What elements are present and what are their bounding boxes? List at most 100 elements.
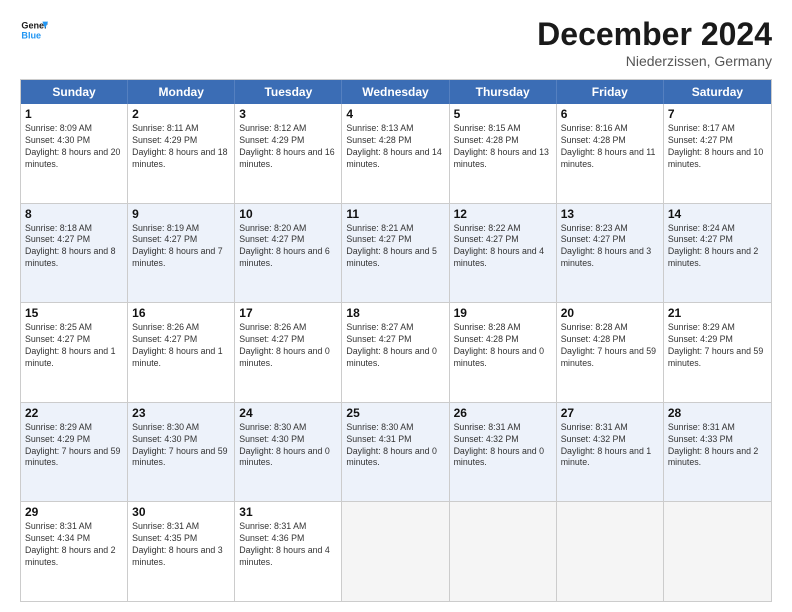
cell-info: Sunrise: 8:22 AMSunset: 4:27 PMDaylight:… [454,223,552,271]
cal-cell-4-5: 26 Sunrise: 8:31 AMSunset: 4:32 PMDayligh… [450,403,557,502]
day-number: 4 [346,107,444,121]
cell-info: Sunrise: 8:19 AMSunset: 4:27 PMDaylight:… [132,223,230,271]
day-number: 2 [132,107,230,121]
cal-cell-2-4: 11 Sunrise: 8:21 AMSunset: 4:27 PMDayligh… [342,204,449,303]
cal-cell-2-1: 8 Sunrise: 8:18 AMSunset: 4:27 PMDaylight… [21,204,128,303]
cell-info: Sunrise: 8:17 AMSunset: 4:27 PMDaylight:… [668,123,767,171]
day-number: 26 [454,406,552,420]
cell-info: Sunrise: 8:23 AMSunset: 4:27 PMDaylight:… [561,223,659,271]
cell-info: Sunrise: 8:31 AMSunset: 4:32 PMDaylight:… [561,422,659,470]
day-number: 3 [239,107,337,121]
calendar-body: 1 Sunrise: 8:09 AMSunset: 4:30 PMDaylight… [21,104,771,601]
header: General Blue December 2024 Niederzissen,… [20,16,772,69]
header-day-friday: Friday [557,80,664,104]
cal-cell-3-1: 15Sunrise: 8:25 AMSunset: 4:27 PMDayligh… [21,303,128,402]
cell-info: Sunrise: 8:27 AMSunset: 4:27 PMDaylight:… [346,322,444,370]
cell-info: Sunrise: 8:28 AMSunset: 4:28 PMDaylight:… [561,322,659,370]
cell-info: Sunrise: 8:25 AMSunset: 4:27 PMDaylight:… [25,322,123,370]
cell-info: Sunrise: 8:31 AMSunset: 4:35 PMDaylight:… [132,521,230,569]
day-number: 7 [668,107,767,121]
day-number: 16 [132,306,230,320]
cal-cell-3-5: 19 Sunrise: 8:28 AMSunset: 4:28 PMDayligh… [450,303,557,402]
cell-info: Sunrise: 8:13 AMSunset: 4:28 PMDaylight:… [346,123,444,171]
day-number: 20 [561,306,659,320]
cal-cell-4-6: 27 Sunrise: 8:31 AMSunset: 4:32 PMDayligh… [557,403,664,502]
day-number: 8 [25,207,123,221]
header-day-monday: Monday [128,80,235,104]
cal-cell-3-7: 21 Sunrise: 8:29 AMSunset: 4:29 PMDayligh… [664,303,771,402]
cell-info: Sunrise: 8:21 AMSunset: 4:27 PMDaylight:… [346,223,444,271]
calendar-row-2: 8 Sunrise: 8:18 AMSunset: 4:27 PMDaylight… [21,203,771,303]
day-number: 30 [132,505,230,519]
cal-cell-3-2: 16 Sunrise: 8:26 AMSunset: 4:27 PMDayligh… [128,303,235,402]
cell-info: Sunrise: 8:26 AMSunset: 4:27 PMDaylight:… [132,322,230,370]
cal-cell-2-2: 9 Sunrise: 8:19 AMSunset: 4:27 PMDaylight… [128,204,235,303]
cell-info: Sunrise: 8:29 AMSunset: 4:29 PMDaylight:… [25,422,123,470]
cell-info: Sunrise: 8:31 AMSunset: 4:33 PMDaylight:… [668,422,767,470]
logo: General Blue [20,16,48,44]
cell-info: Sunrise: 8:28 AMSunset: 4:28 PMDaylight:… [454,322,552,370]
cal-cell-2-6: 13 Sunrise: 8:23 AMSunset: 4:27 PMDayligh… [557,204,664,303]
day-number: 12 [454,207,552,221]
cell-info: Sunrise: 8:15 AMSunset: 4:28 PMDaylight:… [454,123,552,171]
cell-info: Sunrise: 8:31 AMSunset: 4:34 PMDaylight:… [25,521,123,569]
day-number: 24 [239,406,337,420]
cal-cell-1-7: 7 Sunrise: 8:17 AMSunset: 4:27 PMDaylight… [664,104,771,203]
cell-info: Sunrise: 8:30 AMSunset: 4:30 PMDaylight:… [132,422,230,470]
day-number: 1 [25,107,123,121]
cal-cell-1-4: 4 Sunrise: 8:13 AMSunset: 4:28 PMDaylight… [342,104,449,203]
cell-info: Sunrise: 8:24 AMSunset: 4:27 PMDaylight:… [668,223,767,271]
cal-cell-4-7: 28Sunrise: 8:31 AMSunset: 4:33 PMDayligh… [664,403,771,502]
day-number: 19 [454,306,552,320]
cal-cell-5-6 [557,502,664,601]
cal-cell-4-2: 23Sunrise: 8:30 AMSunset: 4:30 PMDayligh… [128,403,235,502]
day-number: 11 [346,207,444,221]
cal-cell-5-7 [664,502,771,601]
cal-cell-3-3: 17Sunrise: 8:26 AMSunset: 4:27 PMDayligh… [235,303,342,402]
cell-info: Sunrise: 8:09 AMSunset: 4:30 PMDaylight:… [25,123,123,171]
cell-info: Sunrise: 8:12 AMSunset: 4:29 PMDaylight:… [239,123,337,171]
cell-info: Sunrise: 8:29 AMSunset: 4:29 PMDaylight:… [668,322,767,370]
day-number: 17 [239,306,337,320]
month-title: December 2024 [537,16,772,53]
cal-cell-4-1: 22 Sunrise: 8:29 AMSunset: 4:29 PMDayligh… [21,403,128,502]
cell-info: Sunrise: 8:11 AMSunset: 4:29 PMDaylight:… [132,123,230,171]
cal-cell-2-3: 10Sunrise: 8:20 AMSunset: 4:27 PMDayligh… [235,204,342,303]
cal-cell-4-3: 24Sunrise: 8:30 AMSunset: 4:30 PMDayligh… [235,403,342,502]
day-number: 22 [25,406,123,420]
day-number: 13 [561,207,659,221]
cal-cell-1-3: 3 Sunrise: 8:12 AMSunset: 4:29 PMDaylight… [235,104,342,203]
day-number: 18 [346,306,444,320]
header-day-saturday: Saturday [664,80,771,104]
cal-cell-3-6: 20 Sunrise: 8:28 AMSunset: 4:28 PMDayligh… [557,303,664,402]
cal-cell-5-4 [342,502,449,601]
header-day-sunday: Sunday [21,80,128,104]
day-number: 21 [668,306,767,320]
cal-cell-1-6: 6 Sunrise: 8:16 AMSunset: 4:28 PMDaylight… [557,104,664,203]
cell-info: Sunrise: 8:16 AMSunset: 4:28 PMDaylight:… [561,123,659,171]
logo-icon: General Blue [20,16,48,44]
cal-cell-2-7: 14Sunrise: 8:24 AMSunset: 4:27 PMDayligh… [664,204,771,303]
cell-info: Sunrise: 8:18 AMSunset: 4:27 PMDaylight:… [25,223,123,271]
day-number: 29 [25,505,123,519]
cal-cell-5-5 [450,502,557,601]
cell-info: Sunrise: 8:31 AMSunset: 4:32 PMDaylight:… [454,422,552,470]
cal-cell-1-2: 2 Sunrise: 8:11 AMSunset: 4:29 PMDaylight… [128,104,235,203]
day-number: 10 [239,207,337,221]
cal-cell-2-5: 12 Sunrise: 8:22 AMSunset: 4:27 PMDayligh… [450,204,557,303]
cal-cell-5-1: 29 Sunrise: 8:31 AMSunset: 4:34 PMDayligh… [21,502,128,601]
calendar: SundayMondayTuesdayWednesdayThursdayFrid… [20,79,772,602]
day-number: 6 [561,107,659,121]
day-number: 25 [346,406,444,420]
calendar-row-4: 22 Sunrise: 8:29 AMSunset: 4:29 PMDayligh… [21,402,771,502]
day-number: 9 [132,207,230,221]
day-number: 27 [561,406,659,420]
cal-cell-1-1: 1 Sunrise: 8:09 AMSunset: 4:30 PMDaylight… [21,104,128,203]
calendar-row-5: 29 Sunrise: 8:31 AMSunset: 4:34 PMDayligh… [21,501,771,601]
header-day-wednesday: Wednesday [342,80,449,104]
cell-info: Sunrise: 8:30 AMSunset: 4:31 PMDaylight:… [346,422,444,470]
location: Niederzissen, Germany [537,53,772,69]
cal-cell-3-4: 18 Sunrise: 8:27 AMSunset: 4:27 PMDayligh… [342,303,449,402]
cal-cell-1-5: 5Sunrise: 8:15 AMSunset: 4:28 PMDaylight… [450,104,557,203]
cell-info: Sunrise: 8:31 AMSunset: 4:36 PMDaylight:… [239,521,337,569]
